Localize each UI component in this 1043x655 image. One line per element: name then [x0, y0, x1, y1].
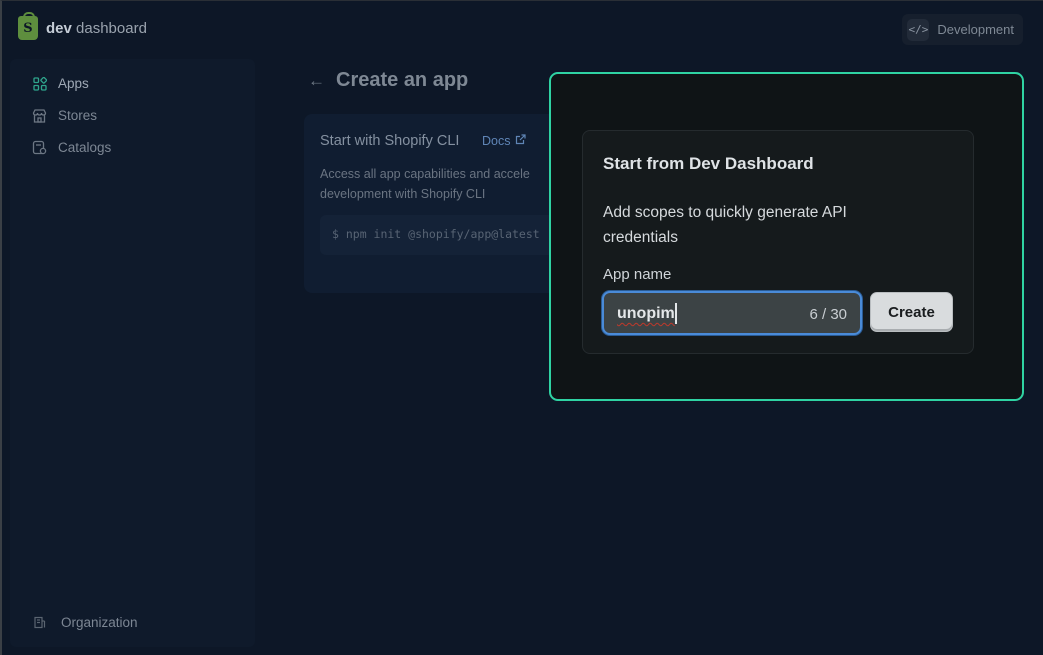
catalog-icon	[32, 140, 47, 155]
external-link-icon	[515, 134, 527, 148]
organization-label: Organization	[61, 615, 138, 630]
modal-description: Add scopes to quickly generate API crede…	[603, 204, 847, 246]
cli-card: Start with Shopify CLI Docs Access all a…	[304, 114, 566, 293]
character-count: 6 / 30	[809, 306, 847, 323]
building-icon	[32, 615, 47, 630]
code-icon: </>	[907, 18, 930, 41]
cli-desc-line1: Access all app capabilities and accele	[320, 167, 530, 181]
modal-title: Start from Dev Dashboard	[603, 154, 814, 173]
environment-badge[interactable]: </> Development	[902, 14, 1023, 45]
sidebar-item-stores[interactable]: Stores	[32, 108, 97, 123]
sidebar: Apps Stores Catalogs	[10, 59, 255, 647]
page-title: Create an app	[336, 69, 469, 91]
sidebar-item-apps[interactable]: Apps	[32, 76, 89, 91]
create-app-modal: Start from Dev Dashboard Add scopes to q…	[549, 72, 1024, 401]
create-button[interactable]: Create	[870, 292, 953, 332]
top-bar: S dev dashboard </> Development	[2, 1, 1043, 57]
app-name-value: unopim	[617, 305, 675, 322]
sidebar-item-label: Catalogs	[58, 140, 112, 155]
back-arrow-icon[interactable]: ←	[308, 71, 325, 91]
app-name-input[interactable]: unopim 6 / 30	[602, 291, 862, 335]
logo-text: dev dashboard	[46, 20, 147, 37]
docs-link[interactable]: Docs	[482, 134, 527, 148]
environment-label: Development	[937, 22, 1014, 37]
dev-dashboard-card: Start from Dev Dashboard Add scopes to q…	[582, 130, 974, 354]
apps-grid-icon	[32, 76, 47, 91]
logo-text-bold: dev	[46, 19, 72, 37]
shopify-bag-icon: S	[18, 12, 38, 40]
sidebar-item-label: Stores	[58, 108, 98, 123]
sidebar-item-catalogs[interactable]: Catalogs	[32, 140, 111, 155]
app-window: S dev dashboard </> Development Apps Sto…	[0, 0, 1043, 655]
sidebar-item-organization[interactable]: Organization	[32, 615, 138, 630]
text-caret	[675, 303, 677, 324]
cli-card-description: Access all app capabilities and accele d…	[320, 164, 566, 204]
cli-command[interactable]: $ npm init @shopify/app@latest	[320, 215, 566, 255]
cli-card-title: Start with Shopify CLI	[320, 133, 460, 149]
logo[interactable]: S dev dashboard	[18, 12, 147, 40]
sidebar-item-label: Apps	[58, 76, 89, 91]
store-icon	[32, 108, 47, 123]
docs-link-label: Docs	[482, 134, 511, 148]
app-name-label: App name	[603, 266, 672, 283]
logo-text-rest: dashboard	[76, 19, 147, 37]
cli-desc-line2: development with Shopify CLI	[320, 187, 486, 201]
